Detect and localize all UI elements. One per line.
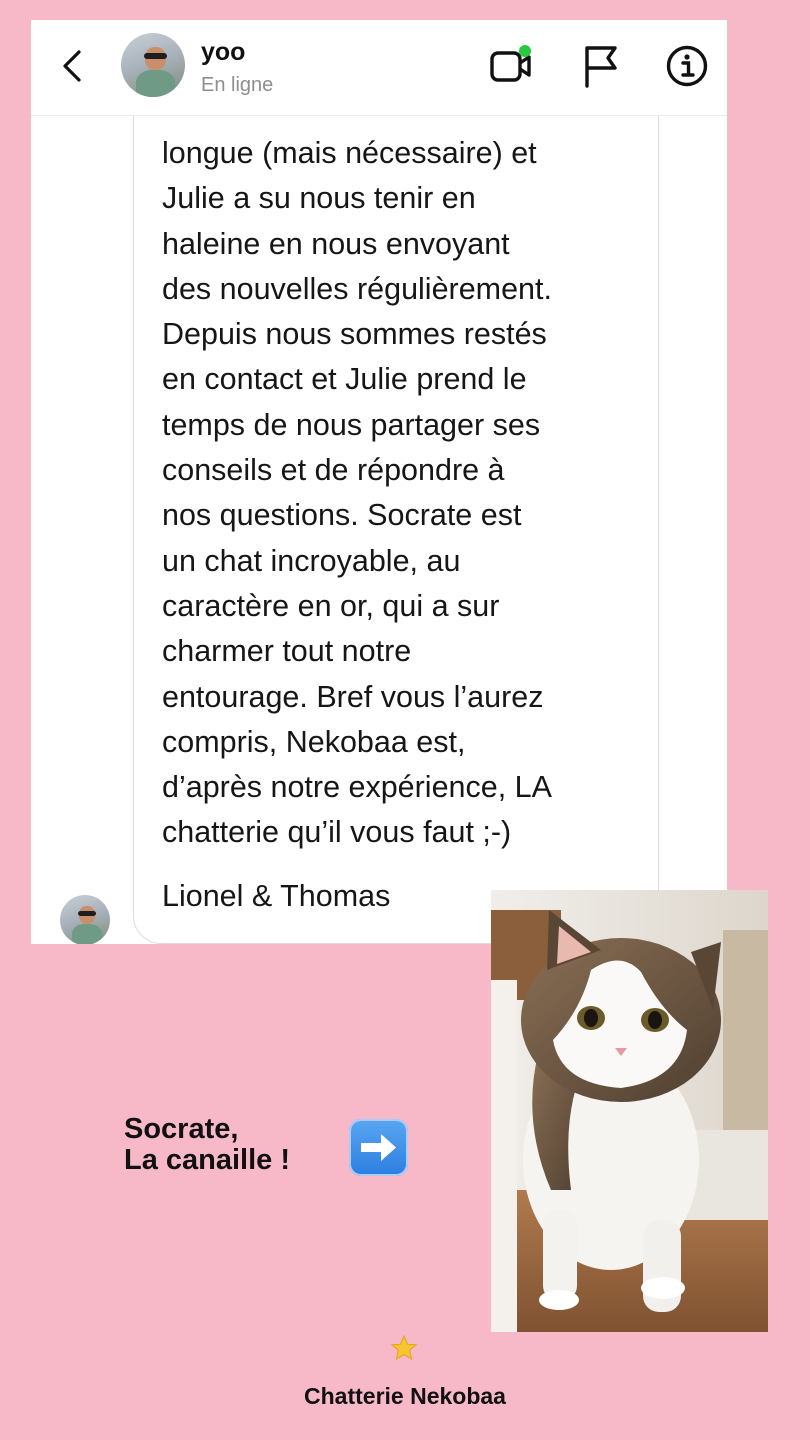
- video-call-icon[interactable]: [487, 42, 535, 90]
- brand-label: Chatterie Nekobaa: [304, 1383, 506, 1409]
- message-line: charmer tout notre: [162, 634, 412, 669]
- message-bubble: longue (mais nécessaire) et Julie a su n…: [133, 60, 659, 944]
- message-line: compris, Nekobaa est,: [162, 724, 466, 759]
- message-line: caractère en or, qui a sur: [162, 588, 500, 623]
- chat-header: yoo En ligne: [31, 20, 727, 116]
- message-line: nos questions. Socrate est: [162, 498, 522, 533]
- caption-line: La canaille !: [124, 1144, 291, 1176]
- flag-icon[interactable]: [577, 42, 625, 90]
- message-line: conseils et de répondre à: [162, 453, 505, 488]
- message-line: des nouvelles régulièrement.: [162, 271, 552, 306]
- caption-line: Socrate,: [124, 1113, 239, 1145]
- message-line: d’après notre expérience, LA: [162, 770, 552, 805]
- star-icon: [390, 1334, 418, 1361]
- message-signature: Lionel & Thomas: [162, 879, 391, 913]
- sender-avatar[interactable]: [60, 895, 110, 944]
- contact-name[interactable]: yoo: [201, 38, 245, 67]
- story-caption: Socrate, La canaille !: [124, 1114, 290, 1176]
- right-arrow-icon[interactable]: [349, 1119, 408, 1176]
- cat-illustration: [491, 890, 768, 1332]
- message-line: Julie a su nous tenir en: [162, 181, 476, 216]
- online-status: En ligne: [201, 74, 274, 96]
- avatar[interactable]: [121, 33, 185, 97]
- message-line: chatterie qu’il vous faut ;-): [162, 815, 512, 850]
- message-line: temps de nous partager ses: [162, 407, 541, 442]
- message-line: haleine en nous envoyant: [162, 226, 510, 261]
- message-line: Depuis nous sommes restés: [162, 317, 547, 352]
- online-dot: [519, 45, 531, 57]
- cat-photo: [491, 890, 768, 1332]
- message-line: en contact et Julie prend le: [162, 362, 527, 397]
- message-line: un chat incroyable, au: [162, 543, 461, 578]
- message-line: longue (mais nécessaire) et: [162, 136, 537, 170]
- info-icon[interactable]: [663, 42, 711, 90]
- message-line: entourage. Bref vous l’aurez: [162, 679, 544, 714]
- chat-screenshot: longue (mais nécessaire) et Julie a su n…: [31, 20, 727, 944]
- chevron-left-icon[interactable]: [57, 46, 89, 86]
